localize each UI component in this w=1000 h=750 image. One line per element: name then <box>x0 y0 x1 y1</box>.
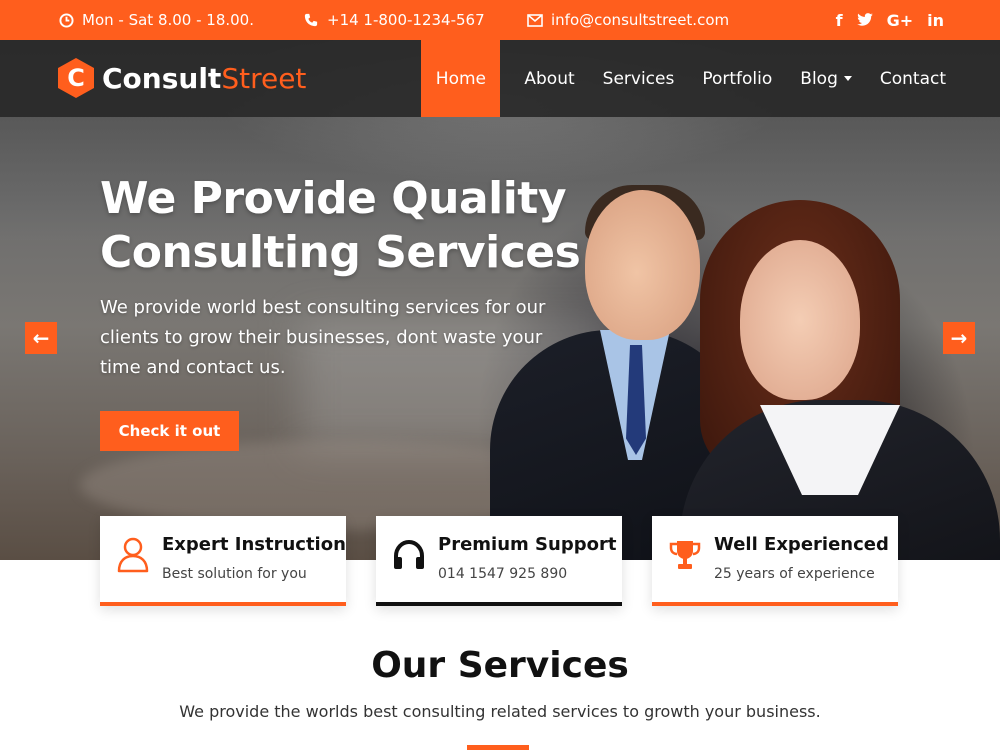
email-text[interactable]: info@consultstreet.com <box>551 11 729 29</box>
chevron-down-icon <box>843 76 852 81</box>
arrow-right-icon: → <box>950 326 968 350</box>
feature-title: Premium Support <box>438 534 617 555</box>
user-icon <box>116 536 150 574</box>
phone-icon <box>303 12 319 28</box>
phone-info[interactable]: +14 1-800-1234-567 <box>303 0 485 40</box>
services-subheading: We provide the worlds best consulting re… <box>179 702 821 721</box>
prev-slide-button[interactable]: ← <box>25 322 57 354</box>
feature-subtitle: 014 1547 925 890 <box>438 566 568 582</box>
hero-description: We provide world best consulting service… <box>100 297 546 378</box>
feature-card-expert: Expert Instruction Best solution for you <box>100 516 346 606</box>
site-header: C ConsultStreet Home About Services Port… <box>0 40 1000 117</box>
business-hours: Mon - Sat 8.00 - 18.00. <box>58 0 254 40</box>
headphones-icon <box>392 536 426 574</box>
services-heading: Our Services <box>371 645 629 686</box>
envelope-icon <box>527 12 543 28</box>
feature-subtitle: 25 years of experience <box>714 566 875 582</box>
nav-label: Portfolio <box>702 68 773 89</box>
check-it-out-button[interactable]: Check it out <box>100 411 239 451</box>
nav-about[interactable]: About <box>510 40 588 117</box>
main-nav: Home About Services Portfolio Blog Conta… <box>421 40 960 117</box>
feature-title: Expert Instruction <box>162 534 346 555</box>
top-info-bar: Mon - Sat 8.00 - 18.00. +14 1-800-1234-5… <box>0 0 1000 40</box>
feature-title: Well Experienced <box>714 534 889 555</box>
hours-text: Mon - Sat 8.00 - 18.00. <box>82 11 254 29</box>
feature-subtitle: Best solution for you <box>162 566 307 582</box>
section-divider <box>467 745 529 750</box>
nav-label: Services <box>602 68 675 89</box>
feature-card-support: Premium Support 014 1547 925 890 <box>376 516 622 606</box>
feature-card-experience: Well Experienced 25 years of experience <box>652 516 898 606</box>
logo-text-accent: Street <box>221 61 307 95</box>
card-accent-bar <box>100 602 346 606</box>
logo-hex-icon: C <box>58 58 94 98</box>
trophy-icon <box>668 536 702 574</box>
nav-contact[interactable]: Contact <box>866 40 960 117</box>
site-logo[interactable]: C ConsultStreet <box>58 58 306 98</box>
nav-home[interactable]: Home <box>421 40 501 117</box>
nav-label: Contact <box>879 68 946 89</box>
twitter-icon[interactable] <box>856 11 873 30</box>
email-info[interactable]: info@consultstreet.com <box>527 0 729 40</box>
social-links: f G+ in <box>836 0 944 40</box>
next-slide-button[interactable]: → <box>943 322 975 354</box>
logo-letter: C <box>67 64 85 92</box>
card-accent-bar <box>376 602 622 606</box>
arrow-left-icon: ← <box>32 326 50 350</box>
card-accent-bar <box>652 602 898 606</box>
nav-portfolio[interactable]: Portfolio <box>688 40 786 117</box>
nav-blog[interactable]: Blog <box>786 40 866 117</box>
nav-services[interactable]: Services <box>589 40 689 117</box>
nav-label: About <box>524 68 575 89</box>
hero-title: We Provide Quality Consulting Services <box>100 173 581 278</box>
clock-icon <box>58 12 74 28</box>
nav-label: Home <box>435 68 486 89</box>
phone-text[interactable]: +14 1-800-1234-567 <box>327 11 485 29</box>
logo-text: ConsultStreet <box>102 62 306 95</box>
google-plus-icon[interactable]: G+ <box>887 11 914 30</box>
nav-label: Blog <box>800 68 838 89</box>
facebook-icon[interactable]: f <box>836 11 843 30</box>
logo-text-main: Consult <box>102 61 222 95</box>
linkedin-icon[interactable]: in <box>927 11 944 30</box>
hero-slider: We Provide Quality Consulting Services W… <box>0 40 1000 560</box>
